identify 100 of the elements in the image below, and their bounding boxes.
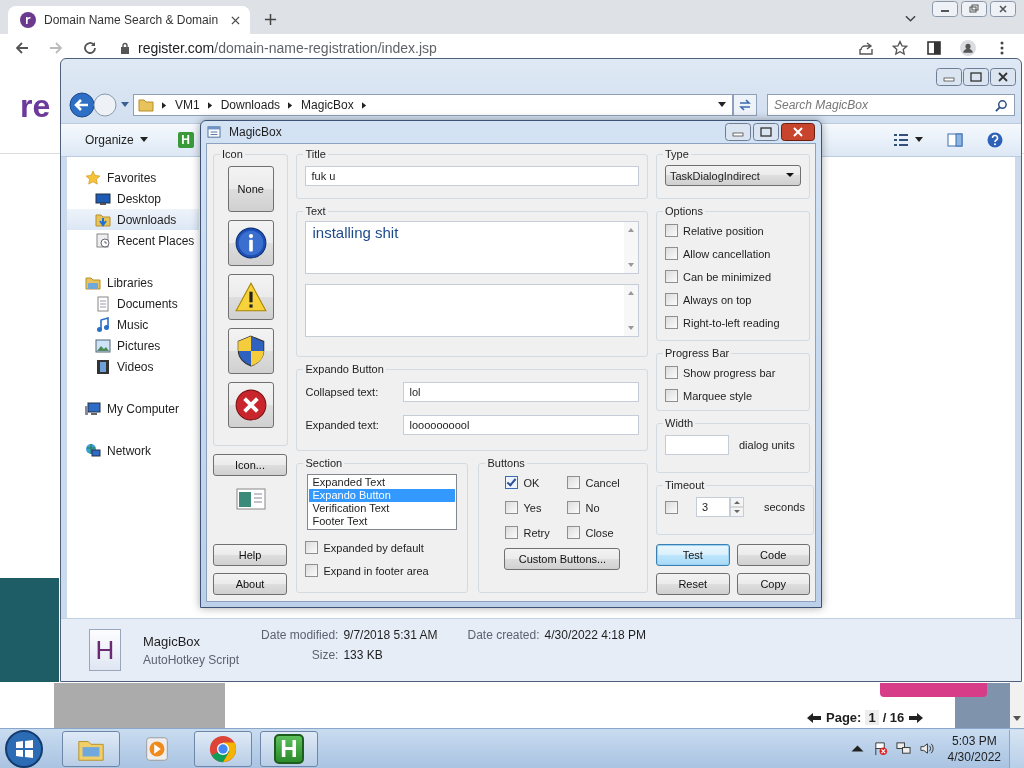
taskbar-button[interactable]	[194, 730, 252, 767]
nav-label[interactable]: My Computer	[107, 401, 180, 416]
nav-item[interactable]: Downloads	[67, 209, 199, 230]
checkbox-label[interactable]: Cancel	[585, 476, 620, 489]
icon-file-button[interactable]: Icon...	[213, 454, 287, 476]
nav-label[interactable]: Favorites	[107, 170, 157, 185]
custom-buttons-button[interactable]: Custom Buttons...	[504, 548, 621, 570]
new-tab-icon[interactable]	[264, 13, 277, 26]
timeout-field[interactable]: 3	[696, 497, 730, 517]
chevron-down-icon[interactable]	[905, 15, 916, 23]
title-field[interactable]: fuk u	[305, 166, 639, 186]
checkbox[interactable]	[665, 316, 678, 329]
info-icon[interactable]	[233, 226, 268, 260]
checkbox-label[interactable]: Always on top	[683, 293, 752, 306]
page-number-field[interactable]: 1	[865, 710, 879, 725]
checkbox[interactable]	[567, 501, 581, 514]
checkbox[interactable]	[505, 501, 519, 514]
maximize-icon[interactable]	[963, 68, 989, 86]
breadcrumb-arrow-icon[interactable]	[361, 101, 367, 109]
checkbox-label[interactable]: Marquee style	[683, 389, 753, 402]
caret-icon[interactable]	[786, 173, 794, 178]
checkbox-label[interactable]: Close	[585, 526, 614, 539]
checkbox[interactable]	[665, 224, 678, 237]
checkbox-label[interactable]: Expanded by default	[323, 541, 424, 554]
collapsed-text-field[interactable]: lol	[403, 382, 639, 402]
breadcrumb-arrow-icon[interactable]	[288, 101, 294, 109]
view-dropdown-icon[interactable]	[915, 137, 923, 143]
checkbox[interactable]	[505, 526, 519, 539]
restore-icon[interactable]	[961, 1, 987, 17]
browser-tab[interactable]: Domain Name Search & Domain	[8, 6, 250, 34]
breadcrumb-arrow-icon[interactable]	[207, 101, 213, 109]
help-button[interactable]: Help	[213, 544, 287, 566]
address-bar[interactable]: register.com/domain-name-registration/index.jsp	[138, 40, 437, 56]
organize-menu[interactable]: Organize	[85, 133, 134, 147]
back-icon[interactable]	[69, 92, 95, 118]
checkbox-label[interactable]: Yes	[523, 501, 542, 514]
network-icon[interactable]	[895, 741, 911, 756]
minimize-icon[interactable]	[936, 68, 962, 86]
previous-page-icon[interactable]	[806, 711, 822, 724]
close-icon[interactable]	[990, 1, 1016, 17]
view-options-icon[interactable]	[893, 132, 909, 148]
checkbox[interactable]	[305, 564, 319, 577]
caret-icon[interactable]	[139, 137, 148, 143]
checkbox-label[interactable]: Expand in footer area	[323, 564, 429, 577]
checkbox[interactable]	[567, 526, 581, 539]
width-field[interactable]	[665, 435, 729, 455]
maximize-icon[interactable]	[753, 123, 779, 141]
nav-label[interactable]: Documents	[117, 296, 178, 311]
side-panel-icon[interactable]	[926, 40, 942, 56]
nav-label[interactable]: Videos	[117, 359, 154, 374]
nav-item[interactable]: Favorites	[67, 167, 199, 188]
nav-label[interactable]: Recent Places	[117, 233, 195, 248]
minimize-icon[interactable]	[932, 1, 958, 17]
refresh-icon[interactable]	[733, 94, 757, 116]
checkbox[interactable]	[567, 476, 581, 489]
nav-item[interactable]: Pictures	[67, 335, 199, 356]
nav-label[interactable]: Network	[107, 443, 151, 458]
address-bar[interactable]: VM1 Downloads MagicBox	[133, 94, 733, 116]
action-button[interactable]: Test	[656, 544, 730, 566]
clock-time[interactable]: 5:03 PM	[951, 732, 997, 749]
browser-icon[interactable]	[208, 733, 238, 764]
nav-item[interactable]: Videos	[67, 356, 199, 377]
icon-choice-button[interactable]	[227, 274, 274, 320]
spinner-icon[interactable]	[730, 497, 744, 517]
reload-icon[interactable]	[82, 40, 98, 56]
breadcrumb-arrow-icon[interactable]	[162, 101, 167, 109]
nav-item[interactable]: My Computer	[67, 398, 199, 419]
checkbox-label[interactable]: No	[585, 501, 600, 514]
nav-item[interactable]: Desktop	[67, 188, 199, 209]
breadcrumb-item[interactable]: VM1	[175, 98, 200, 112]
checkbox[interactable]	[665, 389, 678, 402]
checkbox[interactable]	[305, 541, 319, 554]
icon-choice-button[interactable]	[227, 220, 274, 266]
clock-date[interactable]: 4/30/2022	[947, 748, 1001, 765]
icon-choice-button[interactable]	[227, 382, 274, 428]
lock-icon[interactable]	[120, 42, 130, 54]
checkbox[interactable]	[505, 476, 519, 489]
search-icon[interactable]	[995, 98, 1008, 112]
nav-item[interactable]: Music	[67, 314, 199, 335]
checkbox-label[interactable]: Can be minimized	[683, 270, 772, 283]
checkbox-label[interactable]: Right-to-left reading	[683, 316, 780, 329]
expanded-text-field[interactable]: loooooooool	[403, 415, 639, 435]
nav-label[interactable]: Pictures	[117, 338, 161, 353]
close-icon[interactable]	[781, 123, 815, 141]
error-icon[interactable]	[233, 388, 268, 422]
about-button[interactable]: About	[213, 573, 287, 595]
checkbox[interactable]	[665, 270, 678, 283]
list-item[interactable]: Verification Text	[309, 502, 456, 515]
checkbox[interactable]	[665, 247, 678, 260]
checkbox-label[interactable]: Allow cancellation	[683, 247, 771, 260]
help-icon[interactable]	[987, 132, 1003, 148]
checkbox-label[interactable]: OK	[523, 476, 540, 489]
scrollbar[interactable]	[1010, 682, 1024, 728]
taskbar-button[interactable]	[62, 730, 120, 767]
nav-item[interactable]: Network	[67, 440, 199, 461]
checkbox[interactable]	[665, 366, 678, 379]
app-icon[interactable]: H	[177, 132, 194, 148]
nav-label[interactable]: Downloads	[117, 212, 177, 227]
nav-item[interactable]: Documents	[67, 293, 199, 314]
minimize-icon[interactable]	[725, 123, 751, 141]
